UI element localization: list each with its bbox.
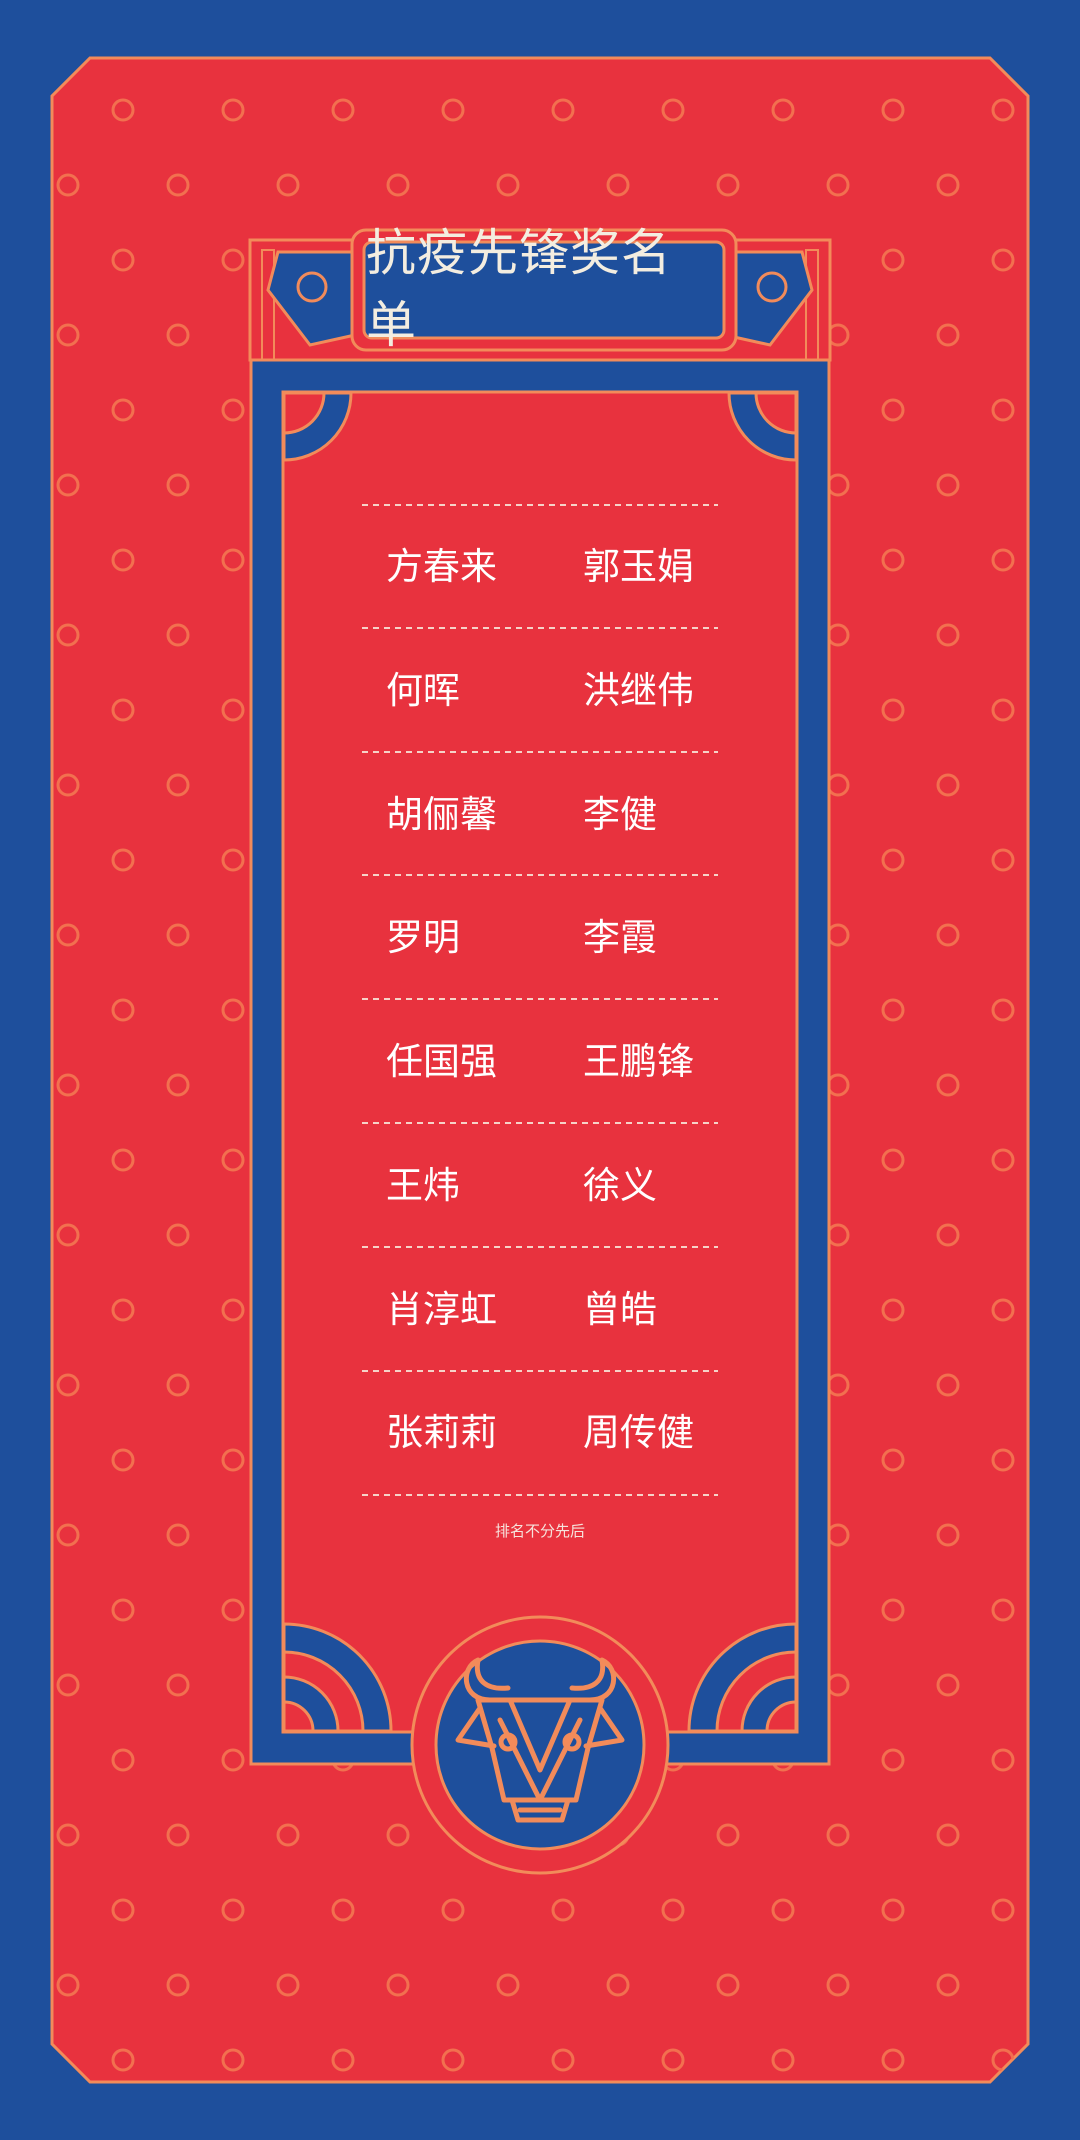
awardee-name: 肖淳虹 (386, 1287, 497, 1331)
list-item: 肖淳虹 曾皓 (360, 1248, 720, 1371)
awardee-name: 胡俪馨 (386, 792, 497, 836)
list-item: 张莉莉 周传健 (360, 1371, 720, 1494)
list-item: 方春来 郭玉娟 (360, 505, 720, 628)
awardee-name: 曾皓 (583, 1287, 657, 1331)
list-item: 何晖 洪继伟 (360, 629, 720, 752)
awardee-name: 李健 (583, 792, 657, 836)
circle-ornament (756, 271, 788, 303)
ranking-note: 排名不分先后 (494, 1522, 585, 1540)
awardee-name: 何晖 (386, 668, 460, 712)
poster-title: 抗疫先锋奖名单 (366, 224, 672, 354)
list-item: 王炜 徐义 (360, 1124, 720, 1247)
awardee-name: 徐义 (583, 1163, 657, 1207)
awardee-name: 王鹏锋 (583, 1040, 694, 1083)
circle-ornament (296, 271, 328, 303)
awardee-name: 郭玉娟 (583, 545, 694, 588)
list-item: 胡俪馨 李健 (360, 753, 720, 876)
list-item: 罗明 李霞 (360, 876, 720, 999)
awardee-name: 罗明 (386, 916, 460, 960)
awardee-name: 任国强 (386, 1040, 497, 1083)
list-item: 任国强 王鹏锋 (360, 1000, 720, 1123)
awardee-name: 王炜 (386, 1163, 460, 1207)
awardee-name: 方春来 (386, 545, 497, 588)
awardee-name: 洪继伟 (583, 668, 694, 712)
awardee-name: 周传健 (583, 1411, 694, 1455)
awardee-name: 李霞 (583, 916, 657, 960)
poster: 抗疫先锋奖名单 方春来 郭玉娟何晖 洪继伟胡俪馨 李健罗明 李霞任国强 王鹏锋王炜 徐义肖淳… (0, 0, 1080, 2140)
awardee-name: 张莉莉 (386, 1411, 497, 1455)
